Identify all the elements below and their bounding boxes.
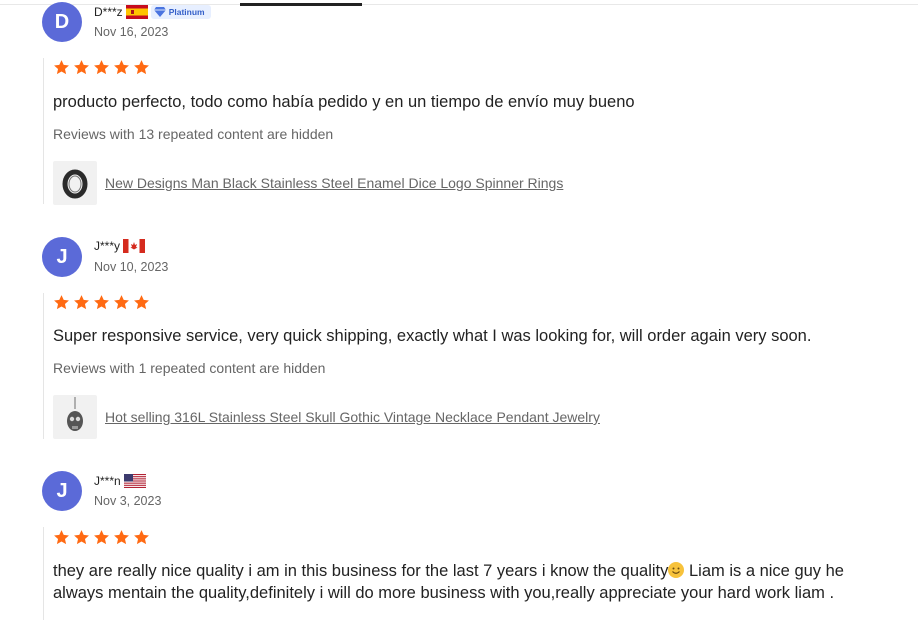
- review-divider: [43, 293, 44, 439]
- reviewer-name-row: D***z Platinum: [94, 5, 211, 19]
- star-icon: [134, 295, 149, 310]
- active-tab-indicator: [240, 3, 362, 6]
- skull-pendant-icon[interactable]: [53, 395, 97, 439]
- star-icon: [94, 530, 109, 545]
- star-icon: [74, 295, 89, 310]
- avatar-initial: J: [56, 245, 68, 268]
- usa-flag-icon: [123, 474, 146, 488]
- spain-flag-icon: [125, 5, 148, 19]
- reviewer-name: J***y: [94, 239, 121, 253]
- badge-label: Platinum: [168, 7, 205, 17]
- product-link[interactable]: Hot selling 316L Stainless Steel Skull G…: [105, 409, 600, 425]
- ring-icon[interactable]: [53, 161, 97, 205]
- product-link-row[interactable]: New Designs Man Black Stainless Steel En…: [53, 161, 563, 205]
- star-icon: [74, 60, 89, 75]
- star-icon: [114, 295, 129, 310]
- star-icon: [54, 530, 69, 545]
- review-divider: [43, 527, 44, 620]
- review-text: they are really nice quality i am in thi…: [53, 560, 853, 604]
- avatar: J: [42, 237, 82, 277]
- platinum-badge: Platinum: [150, 5, 211, 19]
- product-link-row[interactable]: Hot selling 316L Stainless Steel Skull G…: [53, 395, 600, 439]
- review-date: Nov 10, 2023: [94, 260, 169, 274]
- star-rating: [53, 529, 150, 546]
- star-rating: [53, 294, 150, 311]
- star-icon: [114, 60, 129, 75]
- avatar: J: [42, 471, 82, 511]
- product-link[interactable]: New Designs Man Black Stainless Steel En…: [105, 175, 563, 191]
- avatar-initial: D: [54, 10, 70, 33]
- diamond-icon: [153, 7, 166, 17]
- review-date: Nov 16, 2023: [94, 25, 169, 39]
- review-divider: [43, 58, 44, 204]
- star-icon: [94, 60, 109, 75]
- star-icon: [54, 295, 69, 310]
- review-date: Nov 3, 2023: [94, 494, 162, 508]
- reviewer-name: D***z: [94, 5, 123, 19]
- canada-flag-icon: [123, 239, 146, 253]
- reviewer-name: J***n: [94, 474, 121, 488]
- review-text: Super responsive service, very quick shi…: [53, 327, 812, 345]
- hidden-reviews-note: Reviews with 13 repeated content are hid…: [53, 126, 334, 142]
- star-icon: [134, 60, 149, 75]
- avatar-initial: J: [56, 479, 68, 502]
- star-icon: [54, 60, 69, 75]
- reviewer-name-row: J***y: [94, 239, 146, 253]
- reviewer-name-row: J***n: [94, 474, 146, 488]
- review-text: producto perfecto, todo como había pedid…: [53, 93, 635, 111]
- star-icon: [114, 530, 129, 545]
- star-rating: [53, 59, 150, 76]
- star-icon: [94, 295, 109, 310]
- hidden-reviews-note: Reviews with 1 repeated content are hidd…: [53, 360, 326, 376]
- smiling-face-emoji: [668, 562, 685, 578]
- star-icon: [74, 530, 89, 545]
- avatar: D: [42, 2, 82, 42]
- star-icon: [134, 530, 149, 545]
- review-text-part: they are really nice quality i am in thi…: [53, 562, 669, 580]
